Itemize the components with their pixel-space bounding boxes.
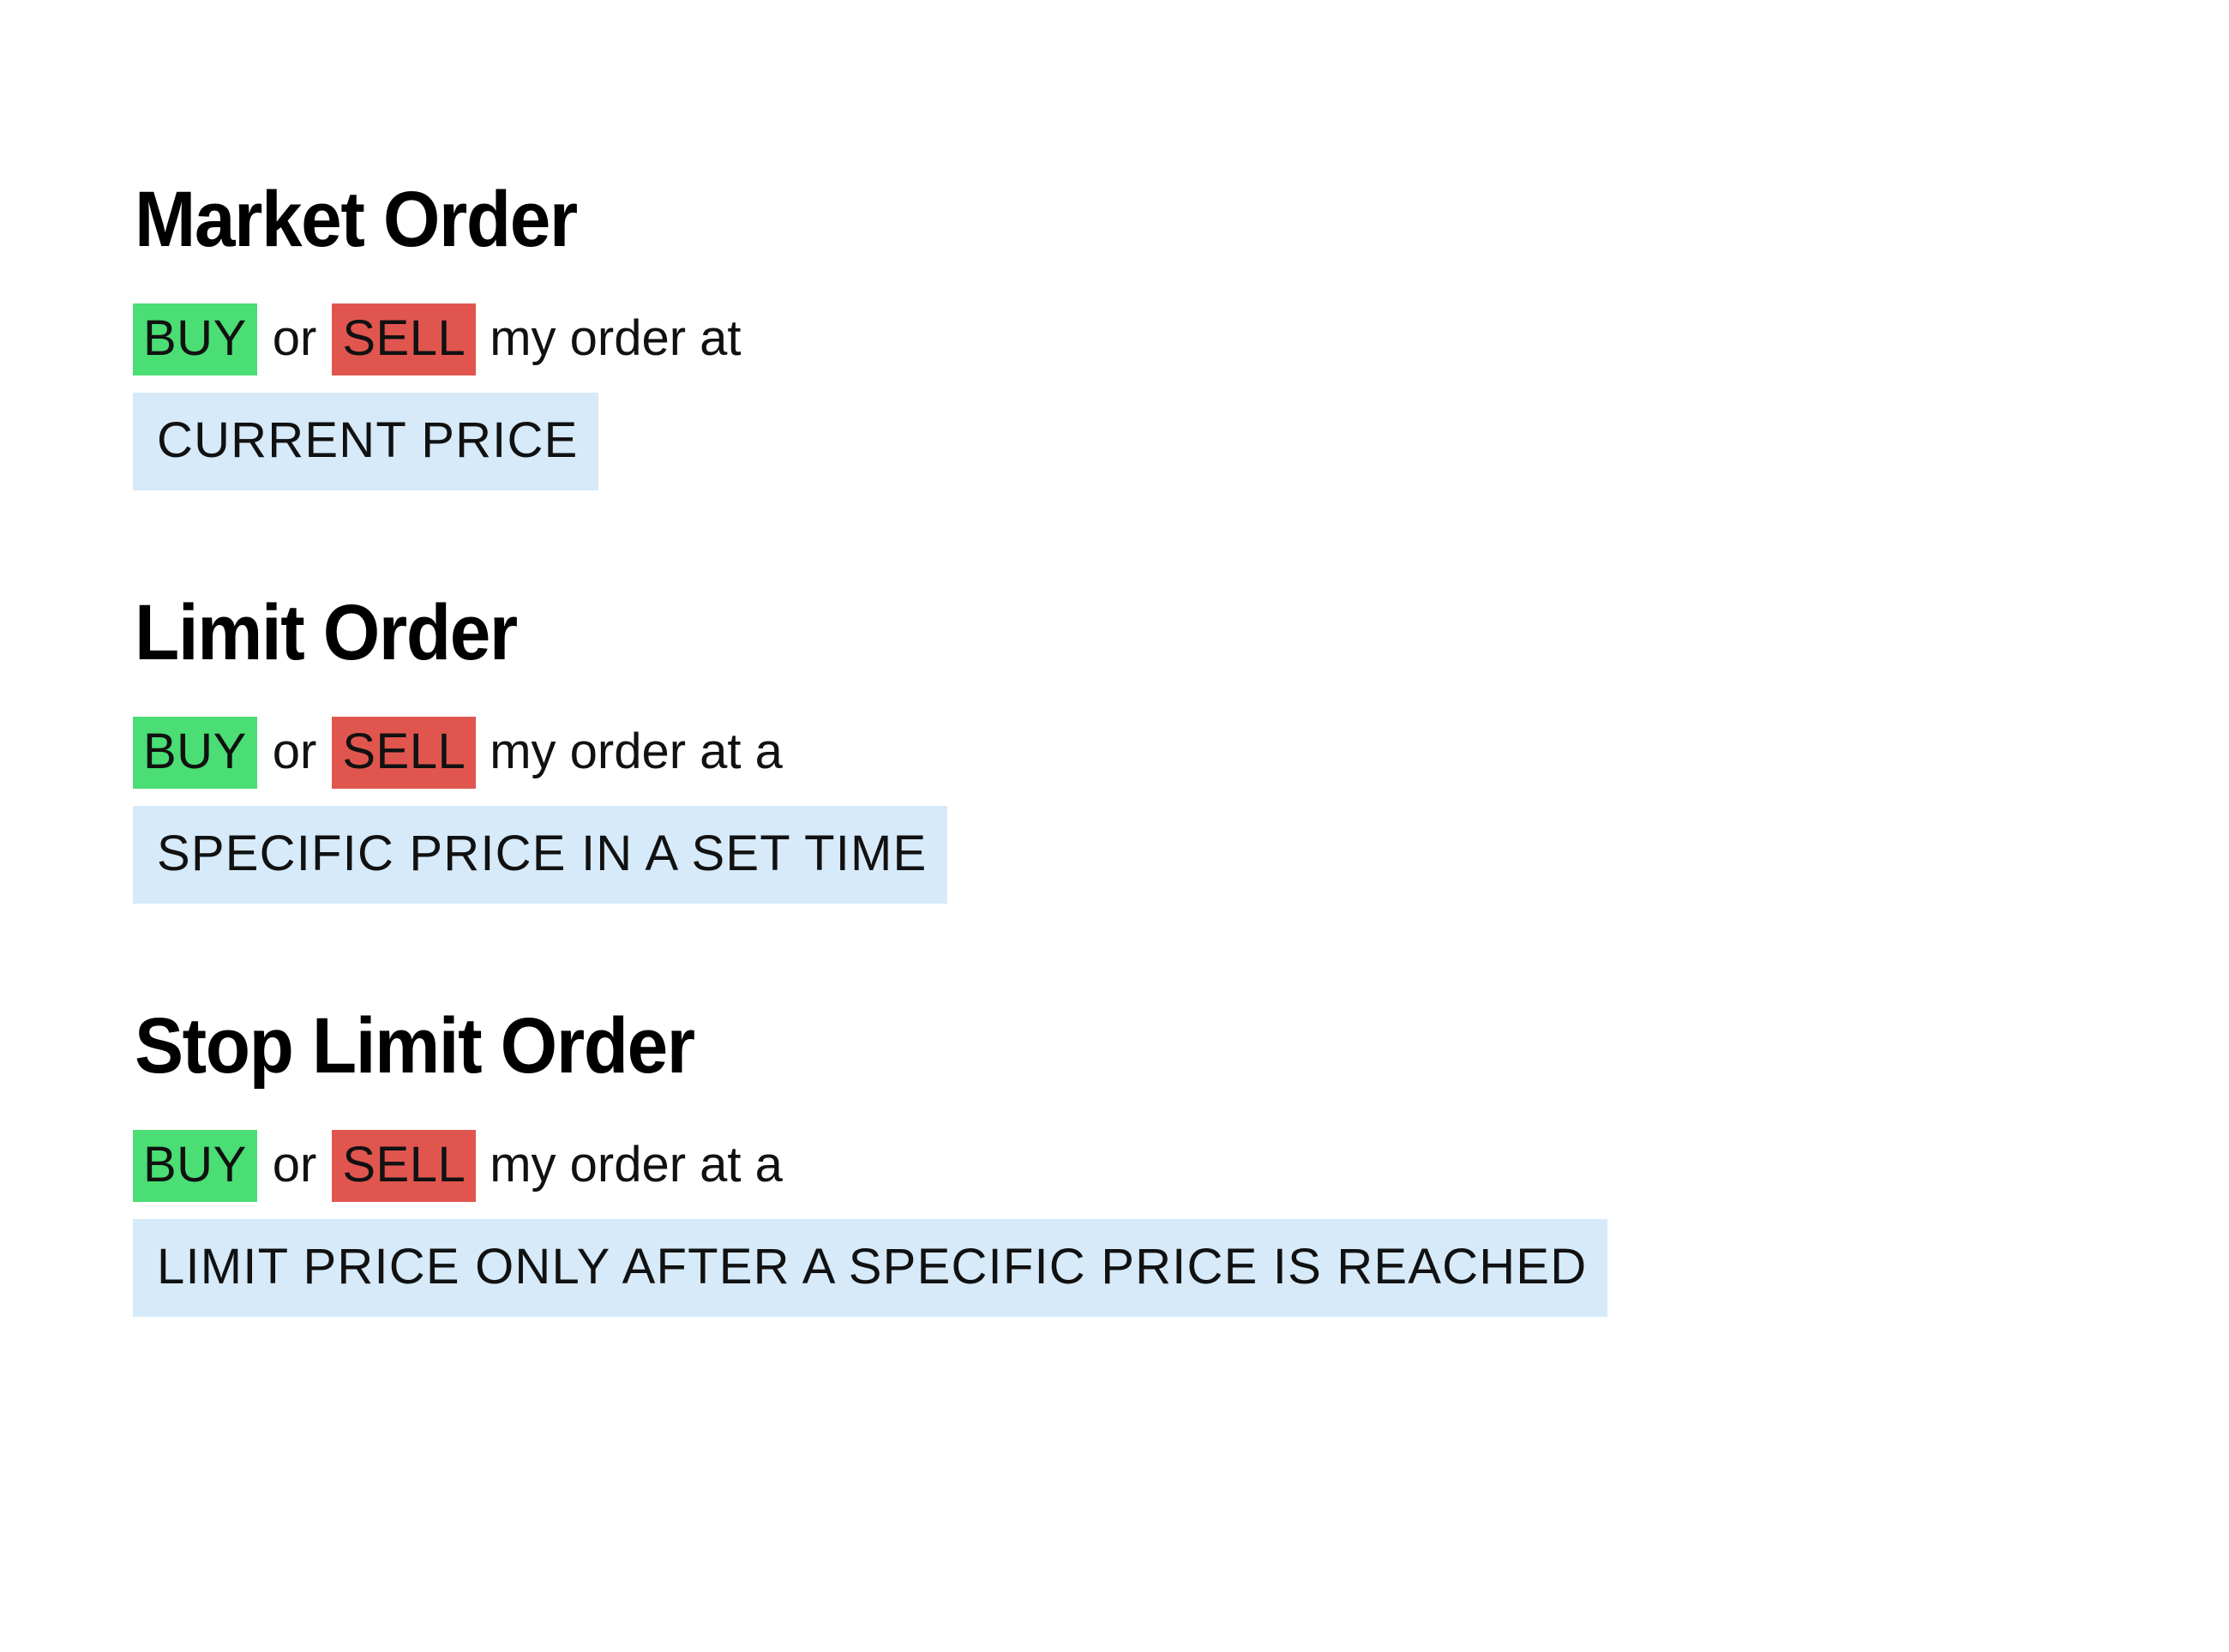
buy-chip[interactable]: BUY xyxy=(133,303,257,375)
order-types-list: Market Order BUY or SELL my order at CURREN… xyxy=(133,180,2105,1317)
sell-chip[interactable]: SELL xyxy=(332,717,477,789)
detail-chip: SPECIFIC PRICE IN A SET TIME xyxy=(133,806,948,904)
order-line-market: BUY or SELL my order at xyxy=(133,303,2105,375)
page-root: Market Order BUY or SELL my order at CURREN… xyxy=(0,0,2229,1652)
section-title-limit-order: Limit Order xyxy=(135,589,518,676)
buy-chip[interactable]: BUY xyxy=(133,1130,257,1202)
detail-row-stop-limit: LIMIT PRICE ONLY AFTER A SPECIFIC PRICE … xyxy=(133,1219,2105,1317)
detail-row-limit: SPECIFIC PRICE IN A SET TIME xyxy=(133,806,2105,904)
sell-chip[interactable]: SELL xyxy=(332,1130,477,1202)
order-line-tail: my order at a xyxy=(490,1137,783,1192)
detail-row-market: CURRENT PRICE xyxy=(133,393,2105,490)
section-title-stop-limit-order: Stop Limit Order xyxy=(135,1002,695,1090)
buy-chip[interactable]: BUY xyxy=(133,717,257,789)
order-line-stop-limit: BUY or SELL my order at a xyxy=(133,1130,2105,1202)
detail-chip: LIMIT PRICE ONLY AFTER A SPECIFIC PRICE … xyxy=(133,1219,1608,1317)
section-limit-order: Limit Order BUY or SELL my order at a SPECI… xyxy=(133,593,2105,904)
conjunction-or: or xyxy=(272,724,317,779)
detail-chip: CURRENT PRICE xyxy=(133,393,599,490)
section-market-order: Market Order BUY or SELL my order at CURREN… xyxy=(133,180,2105,490)
sell-chip[interactable]: SELL xyxy=(332,303,477,375)
order-line-tail: my order at a xyxy=(490,724,783,779)
order-line-limit: BUY or SELL my order at a xyxy=(133,717,2105,789)
section-stop-limit-order: Stop Limit Order BUY or SELL my order at a … xyxy=(133,1006,2105,1317)
order-line-tail: my order at xyxy=(490,310,742,366)
conjunction-or: or xyxy=(272,1137,317,1192)
section-title-market-order: Market Order xyxy=(135,176,578,263)
conjunction-or: or xyxy=(272,310,317,366)
